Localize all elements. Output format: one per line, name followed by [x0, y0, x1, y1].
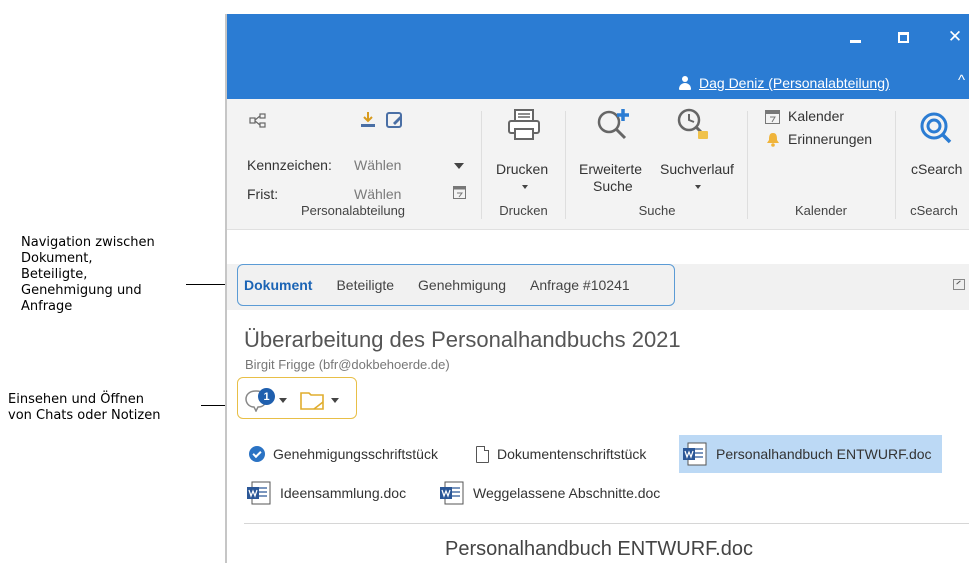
- group-label-drucken: Drucken: [499, 203, 548, 218]
- attachment-label: Weggelassene Abschnitte.doc: [473, 485, 661, 501]
- tab-beteiligte[interactable]: Beteiligte: [336, 277, 394, 293]
- note-dropdown-icon[interactable]: [331, 398, 339, 403]
- advanced-search-button-line2[interactable]: Suche: [593, 178, 633, 194]
- attachment-item-selected[interactable]: Personalhandbuch ENTWURF.doc: [679, 435, 942, 473]
- attachment-label: Genehmigungsschriftstück: [273, 446, 438, 462]
- workflow-icon[interactable]: [249, 113, 267, 129]
- word-doc-icon: [247, 481, 271, 505]
- print-button[interactable]: Drucken: [496, 161, 548, 177]
- attachment-label: Ideensammlung.doc: [280, 485, 407, 501]
- bell-icon: [767, 133, 779, 147]
- print-dropdown-icon[interactable]: [522, 185, 528, 189]
- group-separator: [895, 111, 896, 219]
- tab-anfrage[interactable]: Anfrage #10241: [530, 277, 630, 293]
- calendar-icon[interactable]: [453, 185, 466, 199]
- word-doc-icon: [683, 442, 707, 466]
- attachment-item[interactable]: Dokumentenschriftstück: [476, 437, 646, 471]
- tab-dokument[interactable]: Dokument: [244, 277, 312, 293]
- group-label-suche: Suche: [638, 203, 676, 218]
- csearch-button[interactable]: cSearch: [911, 161, 962, 177]
- kennzeichen-select[interactable]: Wählen: [354, 157, 401, 173]
- group-separator: [565, 111, 566, 219]
- csearch-icon[interactable]: [919, 111, 953, 145]
- document-icon: [476, 445, 489, 463]
- minimize-icon: [849, 40, 861, 43]
- attachment-label: Dokumentenschriftstück: [497, 446, 647, 462]
- app-window: ✕ Dag Deniz (Personalabteilung) ^ Kennze…: [225, 14, 969, 563]
- kennzeichen-label: Kennzeichen:: [247, 157, 332, 173]
- reminders-button[interactable]: Erinnerungen: [788, 131, 872, 147]
- tab-navigation-highlight: Dokument Beteiligte Genehmigung Anfrage …: [237, 264, 675, 306]
- maximize-icon: [897, 31, 909, 43]
- search-history-dropdown-icon[interactable]: [695, 185, 701, 189]
- group-label-personalabteilung: Personalabteilung: [300, 203, 406, 218]
- preview-title: Personalhandbuch ENTWURF.doc: [445, 538, 753, 560]
- tab-bar: Dokument Beteiligte Genehmigung Anfrage …: [227, 264, 969, 310]
- check-circle-icon: [249, 446, 265, 462]
- minimize-button[interactable]: [840, 22, 870, 52]
- user-name-link[interactable]: Dag Deniz (Personalabteilung): [699, 75, 890, 91]
- chat-dropdown-icon[interactable]: [279, 398, 287, 403]
- attachment-label: Personalhandbuch ENTWURF.doc: [716, 446, 932, 462]
- group-separator: [481, 111, 482, 219]
- chat-count-badge: 1: [258, 388, 275, 405]
- close-button[interactable]: ✕: [940, 22, 969, 52]
- user-icon: [679, 76, 691, 90]
- group-separator: [747, 111, 748, 219]
- group-label-csearch: cSearch: [910, 203, 958, 218]
- ribbon: Kennzeichen: Wählen Frist: Wählen Person…: [227, 99, 969, 230]
- maximize-button[interactable]: [888, 22, 918, 52]
- calendar-icon: [765, 110, 780, 124]
- advanced-search-icon[interactable]: [595, 107, 633, 141]
- document-author: Birgit Frigge (bfr@dokbehoerde.de): [245, 357, 450, 372]
- download-icon[interactable]: [360, 111, 376, 129]
- close-icon: ✕: [947, 27, 963, 46]
- search-history-button[interactable]: Suchverlauf: [660, 161, 734, 177]
- user-account[interactable]: Dag Deniz (Personalabteilung): [679, 75, 890, 91]
- title-bar: ✕ Dag Deniz (Personalabteilung) ^: [227, 14, 969, 99]
- tab-genehmigung[interactable]: Genehmigung: [418, 277, 506, 293]
- chat-notes-highlight: 1: [237, 377, 357, 419]
- annotation-navigation: Navigation zwischen Dokument, Beteiligte…: [21, 235, 155, 314]
- search-history-icon[interactable]: [676, 107, 710, 141]
- group-label-kalender: Kalender: [794, 203, 848, 218]
- note-folder-icon[interactable]: [300, 390, 324, 410]
- collapse-ribbon-button[interactable]: ^: [958, 72, 965, 89]
- attachment-item[interactable]: Genehmigungsschriftstück: [249, 437, 438, 471]
- calendar-button[interactable]: Kalender: [788, 108, 844, 124]
- edit-field-icon[interactable]: [386, 111, 404, 129]
- word-doc-icon: [440, 481, 464, 505]
- attachment-item[interactable]: Weggelassene Abschnitte.doc: [439, 476, 660, 510]
- divider: [244, 523, 969, 524]
- attachment-item[interactable]: Ideensammlung.doc: [246, 476, 406, 510]
- popout-icon[interactable]: [953, 279, 965, 290]
- annotation-chats: Einsehen und Öffnen von Chats oder Notiz…: [8, 392, 161, 423]
- printer-icon[interactable]: [507, 109, 541, 141]
- advanced-search-button[interactable]: Erweiterte: [579, 161, 642, 177]
- kennzeichen-dropdown-icon[interactable]: [454, 163, 464, 169]
- document-title: Überarbeitung des Personalhandbuchs 2021: [244, 327, 681, 352]
- frist-label: Frist:: [247, 186, 279, 202]
- frist-select[interactable]: Wählen: [354, 186, 401, 202]
